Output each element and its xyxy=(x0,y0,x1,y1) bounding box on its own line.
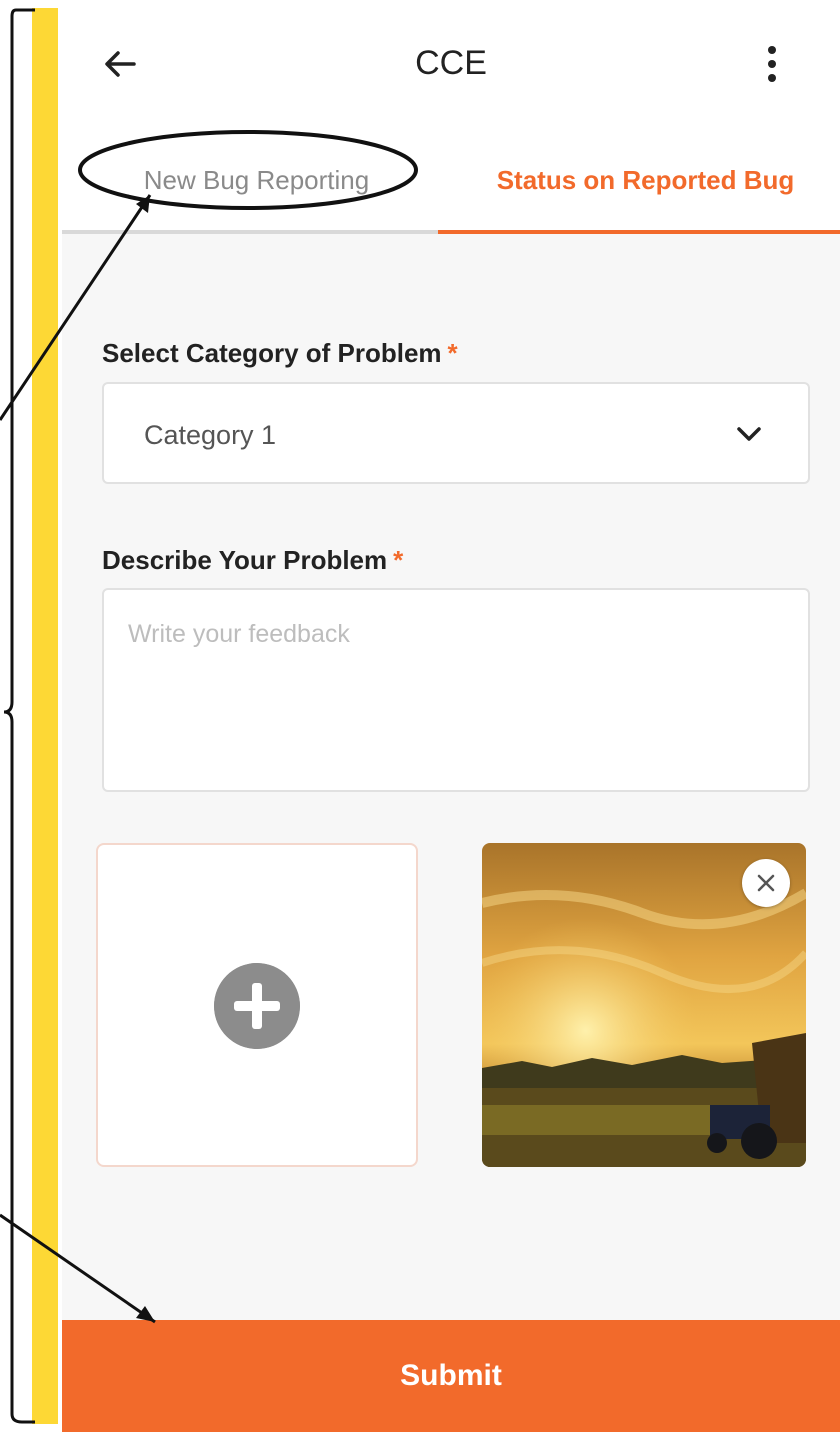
feedback-textarea[interactable] xyxy=(102,588,810,792)
description-label-text: Describe Your Problem xyxy=(102,545,388,575)
category-selected-value: Category 1 xyxy=(144,420,277,450)
tab-bar: New Bug Reporting Status on Reported Bug xyxy=(62,130,840,234)
chevron-down-icon xyxy=(737,427,761,441)
page-title: CCE xyxy=(415,44,487,82)
annotation-bracket xyxy=(3,8,35,1424)
tab-status-on-reported-bug[interactable]: Status on Reported Bug xyxy=(451,130,840,230)
add-photo-tile[interactable] xyxy=(96,843,418,1167)
required-mark: * xyxy=(393,545,404,575)
category-label-text: Select Category of Problem xyxy=(102,338,442,368)
plus-circle-icon xyxy=(214,963,300,1049)
more-vert-icon[interactable] xyxy=(762,42,782,86)
submit-button[interactable]: Submit xyxy=(62,1320,840,1432)
tab-new-bug-reporting[interactable]: New Bug Reporting xyxy=(62,130,451,230)
category-select[interactable]: Category 1 xyxy=(102,382,810,484)
required-mark: * xyxy=(447,338,458,368)
active-tab-indicator xyxy=(438,230,840,234)
phone-screen: CCE New Bug Reporting Status on Reported… xyxy=(62,0,840,1432)
remove-photo-button[interactable] xyxy=(742,859,790,907)
app-bar: CCE xyxy=(62,0,840,130)
close-icon xyxy=(757,874,775,892)
description-field-label: Describe Your Problem * xyxy=(102,545,403,576)
category-field-label: Select Category of Problem * xyxy=(102,338,458,369)
annotation-bracket-strip xyxy=(32,8,58,1424)
attached-photo-thumbnail xyxy=(482,843,806,1167)
